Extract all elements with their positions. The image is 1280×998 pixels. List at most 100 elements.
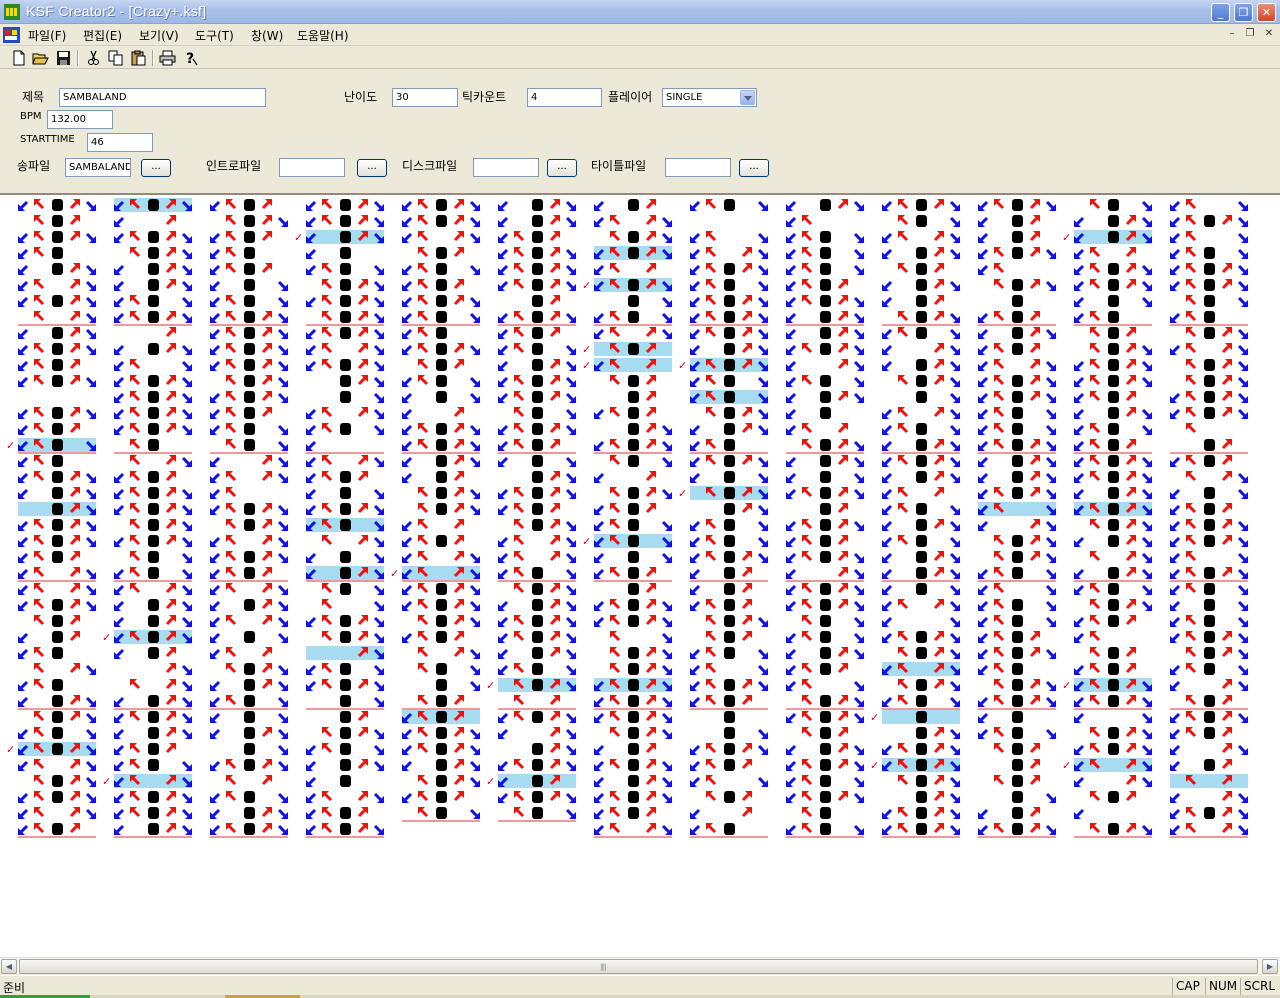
step-arrow-icon <box>1186 247 1197 258</box>
step-arrow-icon <box>130 407 141 418</box>
new-file-icon[interactable] <box>10 50 27 66</box>
intro-file-field[interactable] <box>279 158 345 177</box>
cut-icon[interactable] <box>85 50 102 66</box>
step-arrow-icon <box>933 439 944 450</box>
menu-edit[interactable]: 편집(E) <box>83 27 122 44</box>
menu-file[interactable]: 파일(F) <box>28 27 66 44</box>
step-chart[interactable]: ✓✓✓✓✓✓✓✓✓✓✓✓✓✓✓✓✓✓✓ <box>0 195 1280 957</box>
title-file-browse-button[interactable]: ... <box>739 159 769 177</box>
arrow-tail <box>549 392 559 402</box>
step-arrow-icon <box>114 584 125 595</box>
arrow-tail <box>453 200 463 210</box>
close-button[interactable]: ✕ <box>1257 3 1276 22</box>
step-arrow-icon <box>802 695 813 706</box>
save-icon[interactable] <box>55 50 72 66</box>
step-arrow-icon <box>661 792 672 803</box>
center-step-icon <box>52 423 63 435</box>
center-step-icon <box>1012 471 1023 483</box>
mdi-close-button[interactable]: ✕ <box>1262 27 1276 41</box>
step-arrow-icon <box>565 360 576 371</box>
arrow-tail <box>373 200 383 210</box>
arrow-tail <box>741 344 751 354</box>
player-select[interactable]: SINGLE <box>662 88 757 107</box>
arrow-tail <box>661 488 671 498</box>
title-file-field[interactable] <box>665 158 731 177</box>
step-arrow-icon <box>114 312 125 323</box>
step-arrow-icon <box>1237 200 1248 211</box>
open-folder-icon[interactable] <box>32 50 49 66</box>
center-step-icon <box>148 375 159 387</box>
center-step-icon <box>628 295 639 307</box>
arrow-tail <box>515 808 525 818</box>
arrow-tail <box>211 360 221 370</box>
step-arrow-icon <box>565 584 576 595</box>
arrow-tail <box>565 264 575 274</box>
arrow-tail <box>515 568 525 578</box>
center-step-icon <box>436 359 447 371</box>
mdi-minimize-button[interactable]: – <box>1225 27 1239 41</box>
arrow-tail <box>515 792 525 802</box>
arrow-tail <box>19 456 29 466</box>
arrow-tail <box>85 584 95 594</box>
minimize-button[interactable]: _ <box>1211 3 1230 22</box>
menu-tools[interactable]: 도구(T) <box>195 27 234 44</box>
arrow-tail <box>757 408 767 418</box>
step-arrow-icon <box>453 695 464 706</box>
menu-view[interactable]: 보기(V) <box>139 27 179 44</box>
arrow-tail <box>979 312 989 322</box>
chevron-down-icon[interactable] <box>740 90 755 105</box>
step-arrow-icon <box>994 375 1005 386</box>
step-arrow-icon <box>898 823 909 834</box>
step-arrow-icon <box>741 695 752 706</box>
difficulty-field[interactable]: 30 <box>392 88 458 107</box>
step-arrow-icon <box>786 680 797 691</box>
menu-help[interactable]: 도움말(H) <box>297 27 349 44</box>
arrow-tail <box>979 344 989 354</box>
arrow-tail <box>949 568 959 578</box>
arrow-tail <box>787 392 797 402</box>
paste-icon[interactable] <box>130 50 147 66</box>
mdi-restore-button[interactable]: ❐ <box>1243 27 1257 41</box>
bpm-field[interactable]: 132.00 <box>47 110 113 129</box>
arrow-tail <box>979 408 989 418</box>
arrow-tail <box>1091 344 1101 354</box>
step-arrow-icon <box>69 423 80 434</box>
arrow-tail <box>995 536 1005 546</box>
step-arrow-icon <box>1045 536 1056 547</box>
arrow-tail <box>357 712 367 722</box>
arrow-tail <box>787 520 797 530</box>
arrow-tail <box>803 584 813 594</box>
arrow-tail <box>1029 808 1039 818</box>
center-step-icon <box>52 343 63 355</box>
menu-window[interactable]: 창(W) <box>251 27 283 44</box>
arrow-tail <box>595 792 605 802</box>
print-icon[interactable] <box>159 50 176 66</box>
disc-file-field[interactable] <box>473 158 539 177</box>
step-arrow-icon <box>1141 536 1152 547</box>
intro-file-browse-button[interactable]: ... <box>357 159 387 177</box>
copy-icon[interactable] <box>107 50 124 66</box>
step-arrow-icon <box>1029 647 1040 658</box>
center-step-icon <box>1204 279 1215 291</box>
disc-file-browse-button[interactable]: ... <box>547 159 577 177</box>
step-arrow-icon <box>322 327 333 338</box>
arrow-tail <box>261 392 271 402</box>
arrow-tail <box>1075 296 1085 306</box>
step-chart-area[interactable]: ✓ ✓ ✓ ✓ ✓ ✓ ✓ ✓ ✓ ✓ ✓ ✓ ✓ ✓ ✓ ✓ ✓ ✓ ✓ <box>0 193 1280 957</box>
center-step-icon <box>628 663 639 675</box>
arrow-tail <box>499 344 509 354</box>
arrow-tail <box>949 424 959 434</box>
step-arrow-icon <box>453 743 464 754</box>
center-step-icon <box>148 791 159 803</box>
step-arrow-icon <box>757 344 768 355</box>
document-icon[interactable] <box>3 27 20 43</box>
title-field[interactable]: SAMBALAND <box>59 88 266 107</box>
arrow-tail <box>211 536 221 546</box>
help-icon[interactable]: ? <box>182 50 199 66</box>
starttime-field[interactable]: 46 <box>87 133 153 152</box>
step-arrow-icon <box>402 792 413 803</box>
maximize-button[interactable]: ❐ <box>1234 3 1253 22</box>
song-file-field[interactable]: SAMBALAND <box>65 158 131 177</box>
tickcount-field[interactable]: 4 <box>527 88 602 107</box>
song-file-browse-button[interactable]: ... <box>141 159 171 177</box>
